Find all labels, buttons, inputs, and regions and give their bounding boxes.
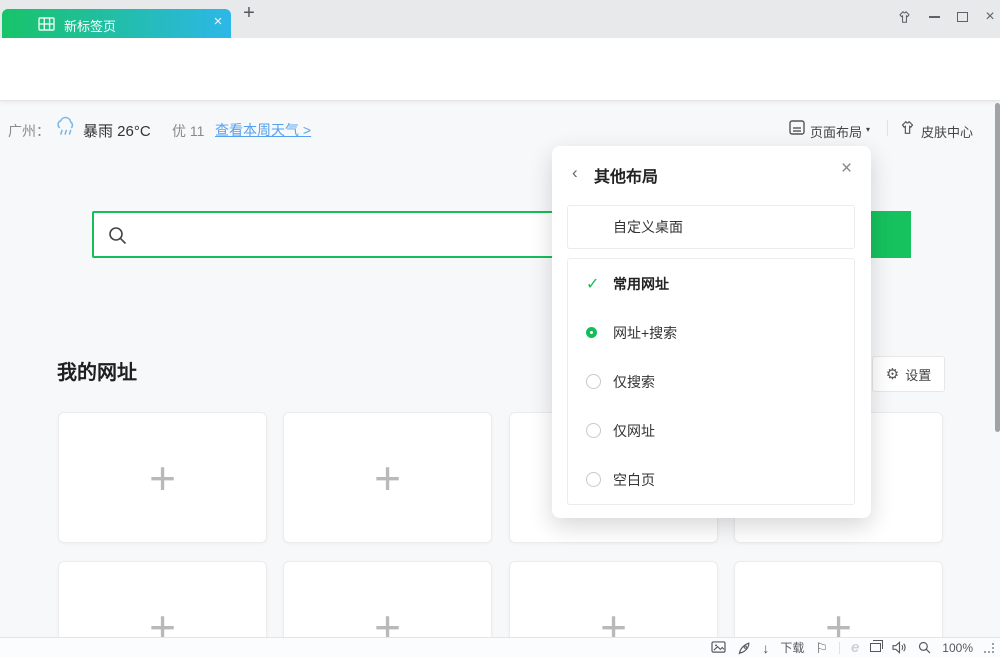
weather-air-quality: 优 11 <box>172 121 204 141</box>
settings-label: 设置 <box>905 365 931 384</box>
zoom-level[interactable]: 100% <box>942 641 973 655</box>
tab-bar: 新标签页 × + × <box>0 0 1000 38</box>
layout-options-list: ✓ 常用网址 网址+搜索 仅搜索 仅网址 空白页 <box>567 258 855 505</box>
plus-icon: + <box>149 455 176 501</box>
custom-desktop-label: 自定义桌面 <box>613 206 683 249</box>
weather-city-label: 广州： <box>8 121 50 141</box>
popup-back-icon[interactable]: ‹ <box>572 163 578 183</box>
browser-window: 新标签页 × + × ‹ › ↻ ⌂ + ▾ 点此搜索 ↺ ▾ ≡ ★ + 收藏… <box>0 0 1000 657</box>
popup-title: 其他布局 <box>594 163 658 187</box>
report-flag-icon[interactable]: ⚐ <box>815 641 828 655</box>
custom-desktop-option[interactable]: 自定义桌面 <box>567 205 855 249</box>
layout-option-blank-page[interactable]: 空白页 <box>568 455 854 504</box>
speaker-icon[interactable] <box>892 641 907 654</box>
zoom-search-icon[interactable] <box>918 641 931 654</box>
tab-title: 新标签页 <box>64 16 116 35</box>
layout-option-sites-only[interactable]: 仅网址 <box>568 406 854 455</box>
plus-icon: + <box>374 455 401 501</box>
window-skin-icon[interactable] <box>894 8 914 26</box>
download-label[interactable]: 下载 <box>780 639 804 656</box>
check-icon: ✓ <box>586 274 599 294</box>
layout-option-sites-search[interactable]: 网址+搜索 <box>568 308 854 357</box>
layout-option-search-only[interactable]: 仅搜索 <box>568 357 854 406</box>
popup-close-icon[interactable]: × <box>841 158 852 180</box>
resize-grip-icon[interactable] <box>984 643 994 653</box>
my-sites-title: 我的网址 <box>57 356 137 385</box>
weather-condition-temp: 暴雨 26°C <box>83 120 151 141</box>
page-layout-button[interactable]: 页面布局 <box>810 122 862 141</box>
booster-rocket-icon[interactable] <box>737 641 751 655</box>
page-layout-caret-icon[interactable]: ▾ <box>866 125 870 134</box>
weather-forecast-link[interactable]: 查看本周天气 > <box>215 120 311 140</box>
site-card-add[interactable]: + <box>283 412 492 543</box>
layout-option-common-sites[interactable]: ✓ 常用网址 <box>568 259 854 308</box>
site-card-add[interactable]: + <box>58 412 267 543</box>
skin-center-icon[interactable] <box>899 120 916 135</box>
window-minimize-button[interactable] <box>924 8 944 26</box>
window-maximize-button[interactable] <box>952 8 972 26</box>
skin-center-button[interactable]: 皮肤中心 <box>921 122 973 141</box>
bookmarks-bar <box>0 71 1000 101</box>
status-divider <box>839 642 840 654</box>
toolbar <box>0 38 1000 71</box>
ie-mode-icon[interactable]: e <box>851 639 859 656</box>
new-tab-button[interactable]: + <box>238 2 260 25</box>
status-bar: ↓ 下载 ⚐ e 100% <box>0 637 1000 657</box>
radio-icon <box>586 374 601 389</box>
tab-new-page[interactable]: 新标签页 × <box>2 9 231 38</box>
scrollbar-thumb[interactable] <box>995 103 1000 432</box>
radio-icon <box>586 423 601 438</box>
download-arrow-icon[interactable]: ↓ <box>762 641 769 655</box>
radio-selected-icon <box>586 327 597 338</box>
page-layout-icon[interactable] <box>789 120 805 135</box>
weather-rain-icon <box>54 115 77 137</box>
tab-close-icon[interactable]: × <box>208 13 228 30</box>
window-close-button[interactable]: × <box>980 8 1000 26</box>
grid-tab-icon <box>38 17 55 31</box>
settings-button[interactable]: ⚙ 设置 <box>872 356 945 392</box>
restore-window-icon[interactable] <box>870 643 881 652</box>
screenshot-image-icon[interactable] <box>711 641 726 654</box>
actions-divider <box>887 120 888 136</box>
gear-icon: ⚙ <box>886 365 899 383</box>
radio-icon <box>586 472 601 487</box>
